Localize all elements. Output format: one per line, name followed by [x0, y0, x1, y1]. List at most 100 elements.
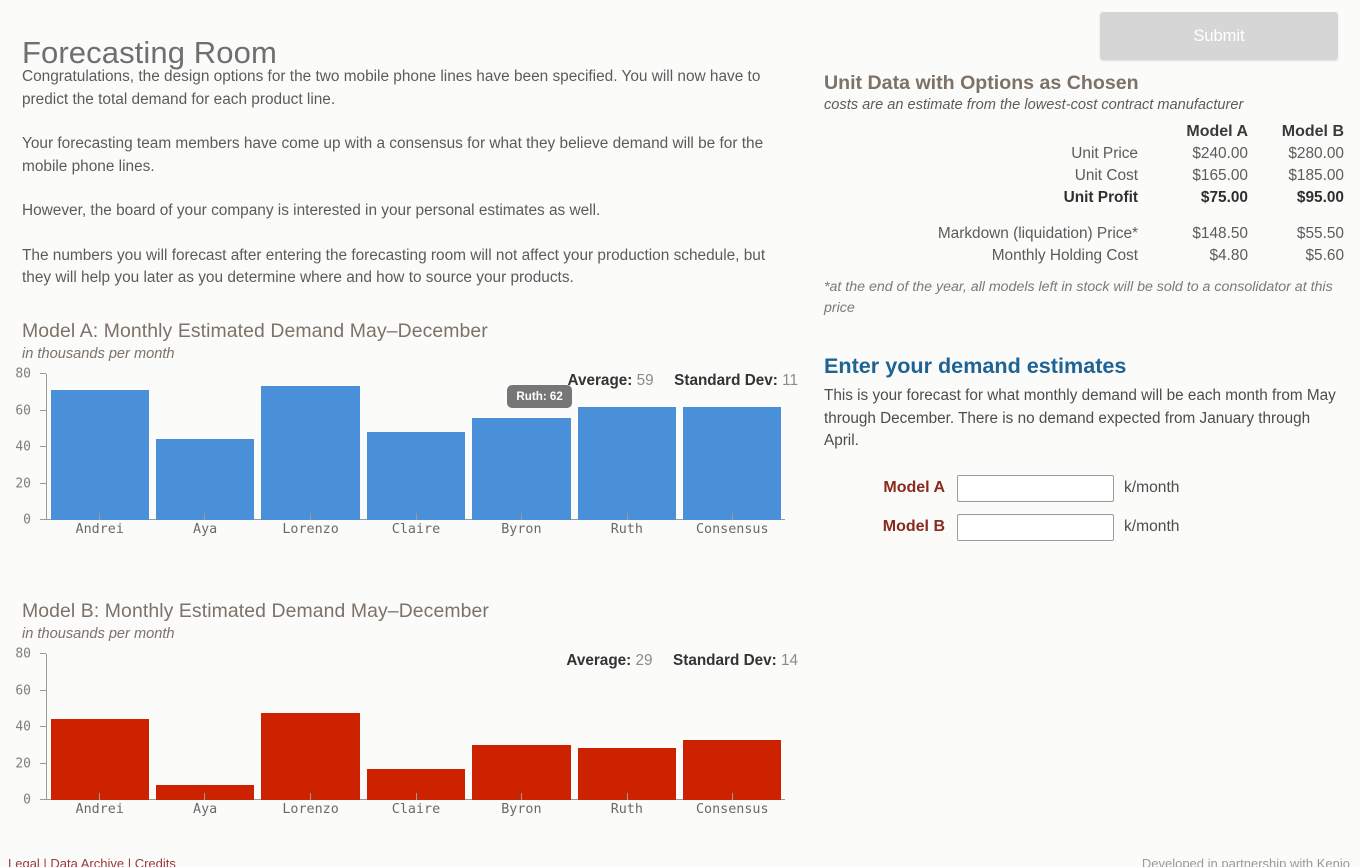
footer-left-links[interactable]: Legal | Data Archive | Credits [8, 856, 176, 867]
x-axis-tick-mark [309, 513, 311, 520]
row-label: Monthly Holding Cost [991, 247, 1138, 264]
x-axis-tick-mark [415, 793, 417, 800]
x-axis-label: Byron [501, 802, 542, 817]
bar-cell [152, 374, 257, 520]
bar-lorenzo[interactable] [261, 713, 360, 800]
y-axis-tick-label: 80 [15, 646, 31, 662]
row-value-a: $165.00 [1192, 167, 1248, 184]
submit-button[interactable]: Submit [1100, 12, 1338, 60]
row-value-b: $280.00 [1288, 145, 1344, 162]
y-axis-tick-label: 60 [15, 683, 31, 698]
row-label: Unit Cost [1074, 167, 1138, 184]
table-header-row: Model A Model B [824, 121, 1344, 143]
y-axis-tick-mark [40, 762, 46, 764]
bars-area [47, 374, 785, 520]
forecasting-room-page: Forecasting Room Submit Congratulations,… [0, 0, 1360, 867]
bar-cell [574, 374, 679, 520]
model-b-demand-input[interactable] [957, 513, 1114, 541]
column-header-model-a: Model A [1186, 123, 1248, 140]
bar-andrei[interactable] [50, 390, 149, 520]
chart-model-a-title: Model A: Monthly Estimated Demand May–De… [22, 320, 488, 342]
intro-paragraph-4: The numbers you will forecast after ente… [22, 246, 766, 287]
row-value-a: $4.80 [1209, 247, 1248, 264]
x-axis-ticks [46, 793, 785, 800]
bar-cell [47, 654, 152, 800]
row-label: Unit Profit [1063, 189, 1138, 206]
chart-model-a-subtitle: in thousands per month [22, 346, 175, 362]
y-axis-tick-mark [40, 653, 46, 654]
unit-data-title: Unit Data with Options as Chosen [824, 72, 1139, 94]
bar-consensus[interactable] [683, 406, 782, 520]
y-axis-tick-mark [40, 482, 46, 484]
row-value-a: $75.00 [1200, 189, 1248, 206]
x-axis-tick-mark [732, 513, 734, 520]
bar-cell [574, 654, 679, 800]
bar-cell [152, 654, 257, 800]
bar-cell [469, 654, 574, 800]
x-axis-label: Lorenzo [282, 522, 339, 537]
x-axis-tick-mark [98, 793, 100, 800]
chart-model-b-subtitle: in thousands per month [22, 626, 175, 642]
y-axis-tick-mark [40, 409, 46, 411]
row-value-b: $185.00 [1288, 167, 1344, 184]
estimate-label-model-b: Model B [882, 518, 945, 535]
x-axis-label: Lorenzo [282, 802, 339, 817]
bar-claire[interactable] [366, 432, 466, 520]
row-value-a: $240.00 [1192, 145, 1248, 162]
table-row: Markdown (liquidation) Price* $148.50 $5… [824, 223, 1344, 245]
estimate-unit-model-b: k/month [1124, 518, 1180, 535]
bar-lorenzo[interactable] [261, 385, 360, 520]
x-axis-label: Andrei [75, 802, 124, 817]
chart-tooltip: Ruth: 62 [507, 385, 572, 408]
x-axis-tick-mark [415, 513, 417, 520]
bar-byron[interactable] [472, 745, 571, 800]
table-row: Unit Profit $75.00 $95.00 [824, 187, 1344, 209]
row-value-b: $95.00 [1296, 189, 1344, 206]
row-value-a: $148.50 [1192, 225, 1248, 242]
x-axis-label: Claire [391, 522, 441, 537]
row-label: Markdown (liquidation) Price* [937, 225, 1138, 242]
estimate-unit-model-a: k/month [1124, 479, 1180, 496]
y-axis-tick-mark [40, 689, 46, 691]
x-axis-tick-mark [626, 513, 628, 520]
y-axis-tick-mark [40, 373, 46, 374]
bar-andrei[interactable] [50, 718, 149, 800]
table-corner-cell [824, 121, 1152, 143]
unit-data-table: Model A Model B Unit Price $240.00 $280.… [824, 121, 1344, 267]
bar-consensus[interactable] [683, 739, 782, 800]
x-axis-tick-mark [204, 513, 206, 520]
row-value-b: $55.50 [1296, 225, 1344, 242]
chart-model-a: Model A: Monthly Estimated Demand May–De… [0, 320, 812, 542]
bars-area [47, 654, 785, 800]
estimates-description: This is your forecast for what monthly d… [824, 387, 1336, 449]
bar-ruth[interactable] [577, 406, 677, 520]
bar-cell [258, 654, 363, 800]
x-axis-label: Aya [193, 522, 218, 537]
bar-series [47, 654, 785, 800]
x-axis-labels: Andrei Aya Lorenzo Claire Byron Ruth Consensus [47, 522, 785, 542]
x-axis-label: Consensus [695, 522, 769, 537]
table-row: Unit Cost $165.00 $185.00 [824, 165, 1344, 187]
y-axis-tick-label: 80 [15, 366, 31, 382]
bar-byron[interactable] [472, 417, 571, 520]
bar-cell [258, 374, 363, 520]
bar-cell [680, 374, 785, 520]
y-axis-tick-mark [40, 726, 46, 727]
row-label: Unit Price [1071, 145, 1138, 162]
y-axis-tick-label: 0 [23, 512, 31, 528]
estimate-label-model-a: Model A [883, 479, 945, 496]
bar-aya[interactable] [155, 438, 255, 520]
bar-cell [680, 654, 785, 800]
x-axis-tick-mark [732, 793, 734, 800]
estimates-title: Enter your demand estimates [824, 353, 1127, 378]
model-a-demand-input[interactable] [957, 474, 1114, 502]
table-row: Monthly Holding Cost $4.80 $5.60 [824, 245, 1344, 267]
estimate-row-model-a: Model A k/month [824, 474, 1344, 502]
unit-data-footnote: *at the end of the year, all models left… [824, 279, 1333, 316]
bar-cell [363, 654, 468, 800]
footer-right-credit: Developed in partnership with Kenio [1141, 856, 1350, 867]
x-axis-labels: Andrei Aya Lorenzo Claire Byron Ruth Consensus [47, 802, 785, 822]
y-axis-tick-label: 20 [15, 476, 31, 491]
x-axis-tick-mark [98, 513, 100, 520]
intro-paragraph-1: Congratulations, the design options for … [22, 68, 761, 108]
